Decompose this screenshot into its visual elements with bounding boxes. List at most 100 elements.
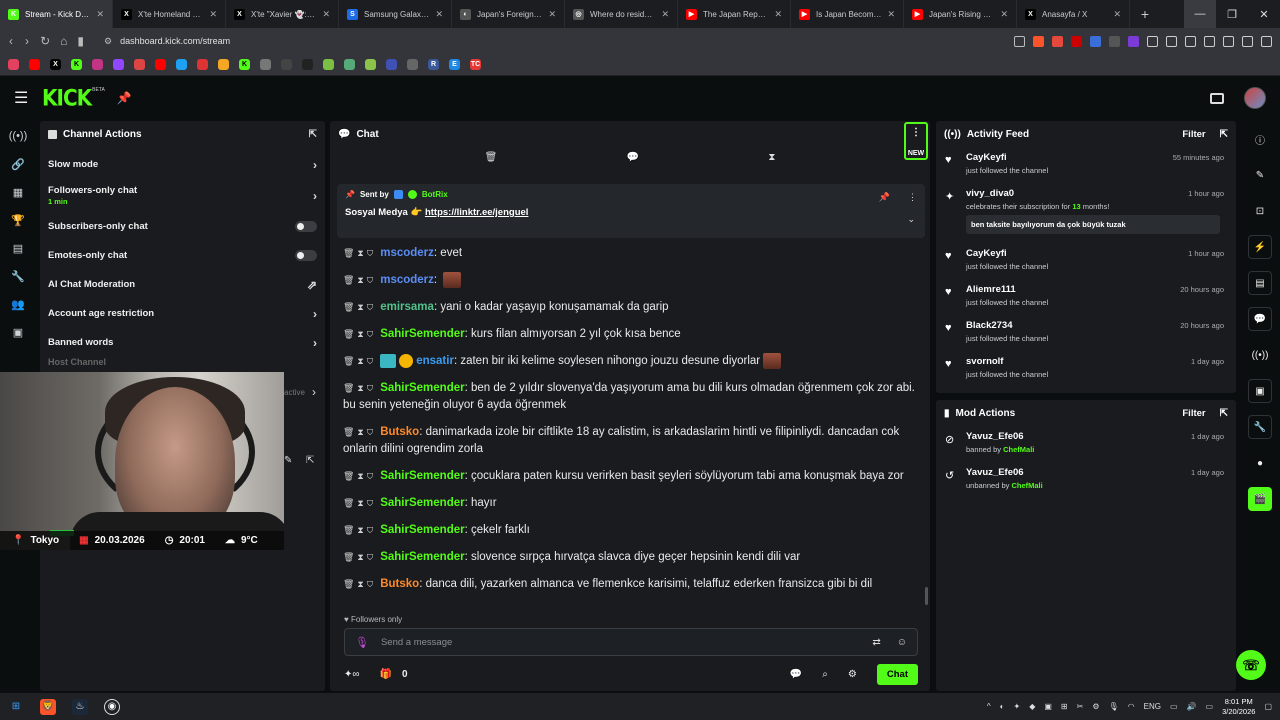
forward-icon[interactable]: › <box>24 34 30 48</box>
browser-tab[interactable]: S Samsung Galaxy S26 U ✕ <box>339 0 452 28</box>
minimize-button[interactable]: — <box>1184 0 1216 28</box>
tab-close-icon[interactable]: ✕ <box>1000 9 1008 20</box>
trophy-icon[interactable]: 🏆 <box>11 213 25 227</box>
tab-close-icon[interactable]: ✕ <box>887 9 895 20</box>
mod-action-username[interactable]: Yavuz_Efe06 <box>966 467 1228 478</box>
menu-icon[interactable] <box>1261 35 1272 47</box>
activity-username[interactable]: svornolf <box>966 356 1228 367</box>
trash-icon[interactable]: 🗑 <box>485 152 498 163</box>
chat-username[interactable]: Butsko <box>380 426 419 438</box>
bookmark-icon[interactable] <box>344 59 355 70</box>
chat-message[interactable]: 🗑⧗⛉ SahirSemender: çocuklara paten kursu … <box>337 465 921 488</box>
message-actions-icon[interactable]: 🗑⧗⛉ <box>343 302 376 312</box>
chat-message[interactable]: 🗑⧗⛉ SahirSemender: kurs filan almıyorsan … <box>337 323 921 346</box>
microphone-icon[interactable]: 🎙 <box>355 636 369 649</box>
chat-username[interactable]: Butsko <box>380 578 419 590</box>
bookmark-icon[interactable] <box>218 59 229 70</box>
video-icon[interactable]: ▤ <box>11 241 25 255</box>
filter-button[interactable]: Filter <box>1182 408 1205 419</box>
chat-message[interactable]: 🗑⧗⛉ mscoderz: evet <box>337 242 921 265</box>
channel-action-item[interactable]: Banned words › <box>40 328 325 357</box>
chevron-right-icon[interactable]: › <box>313 336 317 350</box>
channel-action-item[interactable]: AI Chat Moderation ⇗ <box>40 270 325 299</box>
brave-shield-icon[interactable] <box>1033 35 1044 47</box>
extension-icon[interactable] <box>1109 35 1120 47</box>
link-icon[interactable]: 🔗 <box>11 157 25 171</box>
chat-username[interactable]: SahirSemender <box>380 328 464 340</box>
wrench-icon[interactable]: 🔧 <box>11 269 25 283</box>
chat-username[interactable]: mscoderz <box>380 274 434 286</box>
message-actions-icon[interactable]: 🗑⧗⛉ <box>343 498 376 508</box>
browser-tab[interactable]: ▶ Is Japan Becoming Mo ✕ <box>791 0 904 28</box>
browser-tab[interactable]: K Stream - Kick Dash ✕ <box>0 0 113 28</box>
points-icon[interactable]: ✦∞ <box>344 669 360 680</box>
gift-icon[interactable]: 🎁 <box>380 669 392 680</box>
chevron-right-icon[interactable]: › <box>313 189 317 203</box>
help-chat-icon[interactable]: ☏ <box>1236 650 1266 680</box>
bookmark-icon[interactable]: TC <box>470 59 481 70</box>
bookmark-icon[interactable]: E <box>449 59 460 70</box>
activity-item[interactable]: ♥ svornolf just followed the channel 1 day … <box>936 352 1236 388</box>
message-actions-icon[interactable]: 🗑⧗⛉ <box>343 383 376 393</box>
host-channel-item[interactable]: Host Channel <box>40 357 325 369</box>
tray-app-icon[interactable]: ✦ <box>1013 702 1020 711</box>
bookmark-icon[interactable] <box>386 59 397 70</box>
tab-close-icon[interactable]: ✕ <box>548 9 556 20</box>
obs-icon[interactable]: ◉ <box>104 698 120 715</box>
bot-name[interactable]: BotRix <box>422 190 448 199</box>
dashboard-icon[interactable]: ▣ <box>11 325 25 339</box>
chevron-right-icon[interactable]: › <box>313 158 317 172</box>
send-chat-button[interactable]: Chat <box>876 663 918 685</box>
chevron-right-icon[interactable]: › <box>313 307 317 321</box>
youtube-bookmark-icon[interactable] <box>29 59 40 70</box>
screenshot-icon[interactable]: ⊡ <box>1248 199 1272 223</box>
chat-username[interactable]: SahirSemender <box>380 551 464 563</box>
back-icon[interactable]: ‹ <box>8 34 14 48</box>
restore-button[interactable]: ❐ <box>1216 0 1248 28</box>
tray-app-icon[interactable]: ⚙ <box>1092 702 1099 711</box>
chevron-down-icon[interactable]: ⌄ <box>907 214 915 225</box>
url-field[interactable]: ⚙ dashboard.kick.com/stream <box>104 36 1004 47</box>
channel-action-item[interactable]: Followers-only chat 1 min › <box>40 179 325 212</box>
tray-app-icon[interactable]: ◆ <box>1029 702 1035 711</box>
chat-username[interactable]: SahirSemender <box>380 497 464 509</box>
browser-tab[interactable]: ▶ Japan's Rising Reluctan ✕ <box>904 0 1017 28</box>
chat-username[interactable]: SahirSemender <box>380 470 464 482</box>
chevron-up-icon[interactable]: ^ <box>987 702 991 711</box>
tab-close-icon[interactable]: ✕ <box>96 9 104 20</box>
message-actions-icon[interactable]: 🗑⧗⛉ <box>343 356 376 366</box>
wallet-icon[interactable] <box>1185 35 1196 47</box>
analytics-icon[interactable]: ▦ <box>11 185 25 199</box>
steam-icon[interactable]: ♨ <box>72 698 88 715</box>
home-icon[interactable]: ⌂ <box>60 34 67 48</box>
broadcast-icon[interactable]: ((•)) <box>1248 343 1272 367</box>
popout-icon[interactable]: ⇱ <box>309 129 317 140</box>
bookmark-icon[interactable] <box>8 59 19 70</box>
more-icon[interactable]: ⋮ <box>908 192 917 203</box>
bookmark-icon[interactable] <box>197 59 208 70</box>
link-icon[interactable] <box>1204 35 1215 47</box>
message-actions-icon[interactable]: 🗑⧗⛉ <box>343 525 376 535</box>
chat-settings-bubble-icon[interactable]: 💬 <box>790 669 802 680</box>
moderator-name[interactable]: ChefMali <box>1003 445 1034 454</box>
extension-icon[interactable] <box>1128 35 1139 47</box>
store-icon[interactable] <box>1210 92 1224 104</box>
filter-button[interactable]: Filter <box>1182 129 1205 140</box>
toggle-switch[interactable] <box>295 250 317 261</box>
reload-icon[interactable]: ↻ <box>40 34 50 48</box>
bookmark-icon[interactable] <box>323 59 334 70</box>
tab-close-icon[interactable]: ✕ <box>774 9 782 20</box>
site-info-icon[interactable]: ⚙ <box>104 36 112 47</box>
pin-icon[interactable]: 📌 <box>117 91 132 105</box>
popout-icon[interactable]: ⇱ <box>1220 408 1228 419</box>
music-icon[interactable] <box>1242 35 1253 47</box>
new-menu-button[interactable]: ⋮ NEW <box>904 122 928 160</box>
bookmark-icon[interactable] <box>260 59 271 70</box>
kick-bookmark-icon[interactable]: K <box>239 59 250 70</box>
gear-icon[interactable]: ⚙ <box>848 669 857 680</box>
unpin-icon[interactable]: 📌 <box>879 192 890 203</box>
popout-icon[interactable]: ⇱ <box>1220 129 1228 140</box>
mod-action-username[interactable]: Yavuz_Efe06 <box>966 431 1228 442</box>
store-icon[interactable]: ▣ <box>1248 379 1272 403</box>
search-icon[interactable]: ⌕ <box>822 669 828 680</box>
